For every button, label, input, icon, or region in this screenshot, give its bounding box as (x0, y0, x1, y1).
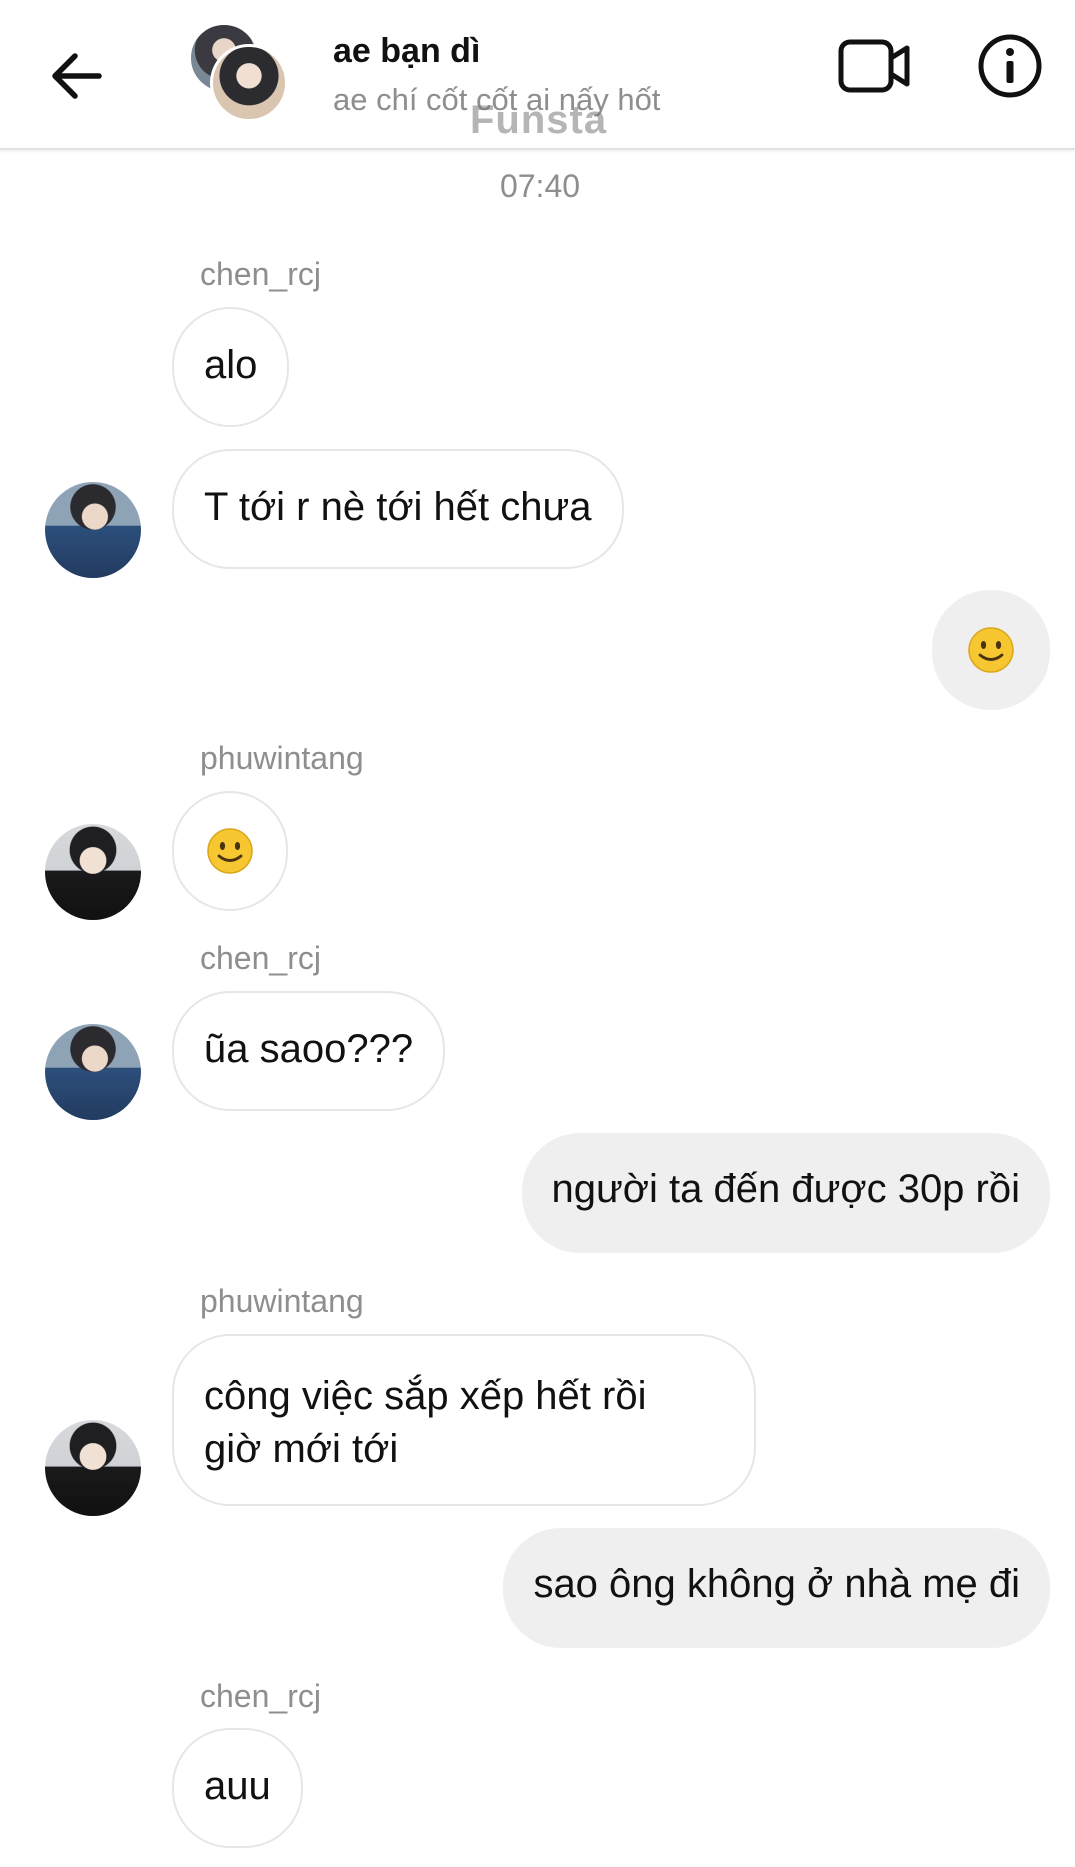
message-text: auu (204, 1764, 271, 1808)
message-text: ũa saoo??? (204, 1027, 414, 1071)
watermark: Funsta (470, 98, 608, 142)
avatar[interactable] (45, 824, 141, 920)
sender-name: phuwintang (200, 740, 364, 776)
sender-name: chen_rcj (200, 1678, 321, 1714)
back-button[interactable] (40, 40, 112, 112)
sender-name: phuwintang (200, 1283, 364, 1319)
outgoing-message-bubble[interactable]: người ta đến được 30p rồi (521, 1133, 1050, 1253)
chat-title[interactable]: ae bạn dì (333, 32, 480, 71)
video-call-button[interactable] (834, 30, 916, 102)
message-text: người ta đến được 30p rồi (551, 1167, 1021, 1211)
message-text-line: giờ mới tới (204, 1427, 399, 1471)
sender-name: chen_rcj (200, 940, 321, 976)
incoming-message-bubble[interactable] (172, 791, 288, 911)
slightly-smiling-face-icon (207, 828, 253, 874)
incoming-message-bubble[interactable]: auu (172, 1728, 303, 1848)
info-button[interactable] (972, 28, 1048, 104)
avatar[interactable] (45, 482, 141, 578)
info-icon (978, 34, 1042, 98)
incoming-message-bubble[interactable]: T tới r nè tới hết chưa (172, 449, 624, 569)
avatar[interactable] (45, 1024, 141, 1120)
message-text: sao ông không ở nhà mẹ đi (533, 1562, 1020, 1606)
arrow-left-icon (52, 53, 102, 99)
avatar[interactable] (45, 1420, 141, 1516)
message-text: T tới r nè tới hết chưa (204, 485, 592, 529)
video-call-icon (838, 39, 910, 93)
member-avatar (210, 44, 288, 122)
group-avatar[interactable] (188, 22, 288, 122)
slightly-smiling-face-icon (968, 627, 1014, 673)
sender-name: chen_rcj (200, 256, 321, 292)
outgoing-message-bubble[interactable] (932, 590, 1050, 710)
outgoing-message-bubble[interactable]: sao ông không ở nhà mẹ đi (503, 1528, 1050, 1648)
message-text: alo (204, 343, 258, 387)
message-text-line: công việc sắp xếp hết rồi (204, 1374, 647, 1418)
incoming-message-bubble[interactable]: công việc sắp xếp hết rồi giờ mới tới (172, 1334, 756, 1506)
incoming-message-bubble[interactable]: ũa saoo??? (172, 991, 446, 1111)
chat-header: ae bạn dì ae chí cốt cốt ai nấy hốt Funs… (0, 0, 1075, 150)
incoming-message-bubble[interactable]: alo (172, 307, 290, 427)
message-timestamp: 07:40 (499, 168, 581, 204)
